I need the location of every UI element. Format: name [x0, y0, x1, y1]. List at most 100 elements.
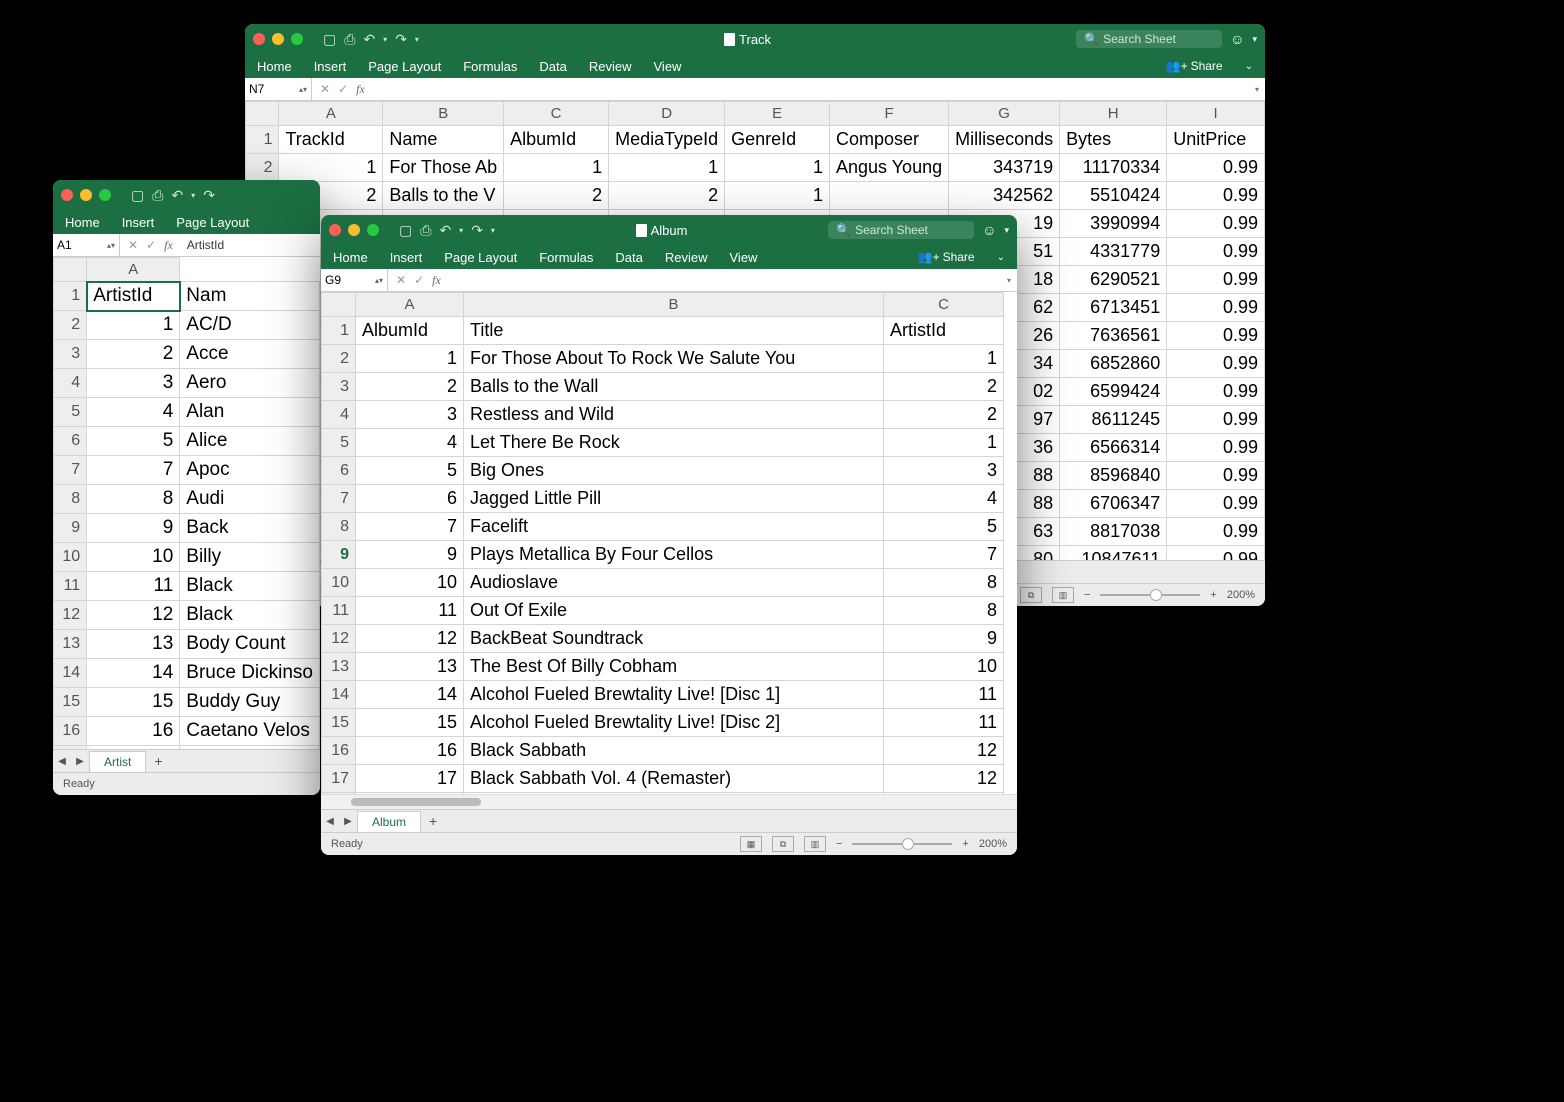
- row-header[interactable]: 1: [246, 126, 279, 154]
- cell[interactable]: 0.99: [1167, 406, 1265, 434]
- cell[interactable]: 0.99: [1167, 546, 1265, 561]
- row-header[interactable]: 9: [322, 541, 356, 569]
- zoom-icon[interactable]: [291, 33, 303, 45]
- cell[interactable]: 12: [884, 765, 1004, 793]
- cell[interactable]: 10: [87, 543, 180, 572]
- row-header[interactable]: 10: [322, 569, 356, 597]
- cell[interactable]: 3: [87, 369, 180, 398]
- cell[interactable]: 5: [884, 513, 1004, 541]
- cell[interactable]: 0.99: [1167, 378, 1265, 406]
- close-icon[interactable]: [329, 224, 341, 236]
- undo-icon[interactable]: ↶: [363, 31, 375, 48]
- cell[interactable]: 6713451: [1060, 294, 1167, 322]
- save-icon[interactable]: ▢: [323, 31, 336, 48]
- cell[interactable]: ArtistId: [87, 282, 180, 311]
- cell[interactable]: 6599424: [1060, 378, 1167, 406]
- cell[interactable]: 1: [884, 429, 1004, 457]
- cell-grid[interactable]: A1ArtistIdNam21AC/D32Acce43Aero54Alan65A…: [53, 257, 320, 749]
- cell[interactable]: 11: [884, 709, 1004, 737]
- row-header[interactable]: 14: [54, 659, 87, 688]
- tab-insert[interactable]: Insert: [122, 215, 155, 230]
- row-header[interactable]: 5: [54, 398, 87, 427]
- cancel-icon[interactable]: ✕: [320, 82, 330, 96]
- column-header[interactable]: I: [1167, 102, 1265, 126]
- cell[interactable]: 11: [884, 681, 1004, 709]
- row-header[interactable]: 8: [322, 513, 356, 541]
- cell[interactable]: Acce: [180, 340, 320, 369]
- cell[interactable]: 0.99: [1167, 434, 1265, 462]
- row-header[interactable]: 12: [54, 601, 87, 630]
- search-sheet-input[interactable]: 🔍 Search Sheet: [1076, 30, 1222, 48]
- cell[interactable]: 343719: [949, 154, 1060, 182]
- row-header[interactable]: 17: [322, 765, 356, 793]
- cell[interactable]: Audioslave: [464, 569, 884, 597]
- cell[interactable]: 8: [884, 597, 1004, 625]
- row-header[interactable]: 7: [54, 456, 87, 485]
- zoom-icon[interactable]: [99, 189, 111, 201]
- cell[interactable]: 3: [884, 457, 1004, 485]
- save-icon[interactable]: ⎙: [344, 31, 355, 48]
- cell-grid[interactable]: ABC1AlbumIdTitleArtistId21For Those Abou…: [321, 292, 1017, 794]
- cell[interactable]: 2: [504, 182, 609, 210]
- column-header[interactable]: C: [884, 293, 1004, 317]
- zoom-in-icon[interactable]: +: [1210, 589, 1216, 601]
- cell[interactable]: 0.99: [1167, 490, 1265, 518]
- tab-scroll-left-icon[interactable]: ◀: [53, 756, 71, 767]
- carat-icon[interactable]: ▾: [1004, 225, 1009, 236]
- tab-formulas[interactable]: Formulas: [463, 59, 517, 74]
- cell[interactable]: 0.99: [1167, 154, 1265, 182]
- cell[interactable]: 0.99: [1167, 238, 1265, 266]
- cell[interactable]: 5: [356, 457, 464, 485]
- cell[interactable]: 0.99: [1167, 182, 1265, 210]
- tab-page-layout[interactable]: Page Layout: [368, 59, 441, 74]
- cell[interactable]: 1: [87, 311, 180, 340]
- cell[interactable]: For Those Ab: [383, 154, 504, 182]
- cell[interactable]: Out Of Exile: [464, 597, 884, 625]
- fx-icon[interactable]: fx: [432, 273, 441, 288]
- zoom-slider[interactable]: [1100, 594, 1200, 596]
- cell[interactable]: 7: [87, 456, 180, 485]
- cell[interactable]: 14: [356, 681, 464, 709]
- column-header[interactable]: C: [504, 102, 609, 126]
- page-break-view-icon[interactable]: ▥: [1052, 587, 1074, 603]
- cell[interactable]: [829, 182, 948, 210]
- tab-review[interactable]: Review: [589, 59, 632, 74]
- cell[interactable]: 12: [884, 737, 1004, 765]
- save-icon[interactable]: ⎙: [420, 222, 431, 239]
- tab-view[interactable]: View: [730, 250, 758, 265]
- cell[interactable]: 10: [356, 569, 464, 597]
- cell[interactable]: 7: [356, 513, 464, 541]
- column-header[interactable]: G: [949, 102, 1060, 126]
- fx-icon[interactable]: fx: [164, 238, 173, 253]
- cell[interactable]: Alcohol Fueled Brewtality Live! [Disc 1]: [464, 681, 884, 709]
- column-header[interactable]: F: [829, 102, 948, 126]
- tab-page-layout[interactable]: Page Layout: [444, 250, 517, 265]
- cell[interactable]: 17: [87, 746, 180, 750]
- cell[interactable]: Alan: [180, 398, 320, 427]
- minimize-icon[interactable]: [348, 224, 360, 236]
- column-header[interactable]: H: [1060, 102, 1167, 126]
- cell[interactable]: 8596840: [1060, 462, 1167, 490]
- row-header[interactable]: 1: [54, 282, 87, 311]
- close-icon[interactable]: [253, 33, 265, 45]
- collapse-ribbon-icon[interactable]: ⌄: [1245, 61, 1253, 72]
- row-header[interactable]: 6: [322, 457, 356, 485]
- share-button[interactable]: 👥+ Share: [918, 250, 975, 264]
- cell[interactable]: The Best Of Billy Cobham: [464, 653, 884, 681]
- cell[interactable]: Let There Be Rock: [464, 429, 884, 457]
- cell[interactable]: Angus Young: [829, 154, 948, 182]
- cell[interactable]: 15: [87, 688, 180, 717]
- row-header[interactable]: 2: [54, 311, 87, 340]
- tab-home[interactable]: Home: [333, 250, 368, 265]
- row-header[interactable]: 11: [54, 572, 87, 601]
- cell[interactable]: 4331779: [1060, 238, 1167, 266]
- cell[interactable]: 16: [356, 737, 464, 765]
- cell[interactable]: Plays Metallica By Four Cellos: [464, 541, 884, 569]
- normal-view-icon[interactable]: ▦: [740, 836, 762, 852]
- row-header[interactable]: 15: [54, 688, 87, 717]
- cell[interactable]: 9: [87, 514, 180, 543]
- cell[interactable]: Big Ones: [464, 457, 884, 485]
- minimize-icon[interactable]: [80, 189, 92, 201]
- cell[interactable]: 0.99: [1167, 266, 1265, 294]
- cell[interactable]: 11: [87, 572, 180, 601]
